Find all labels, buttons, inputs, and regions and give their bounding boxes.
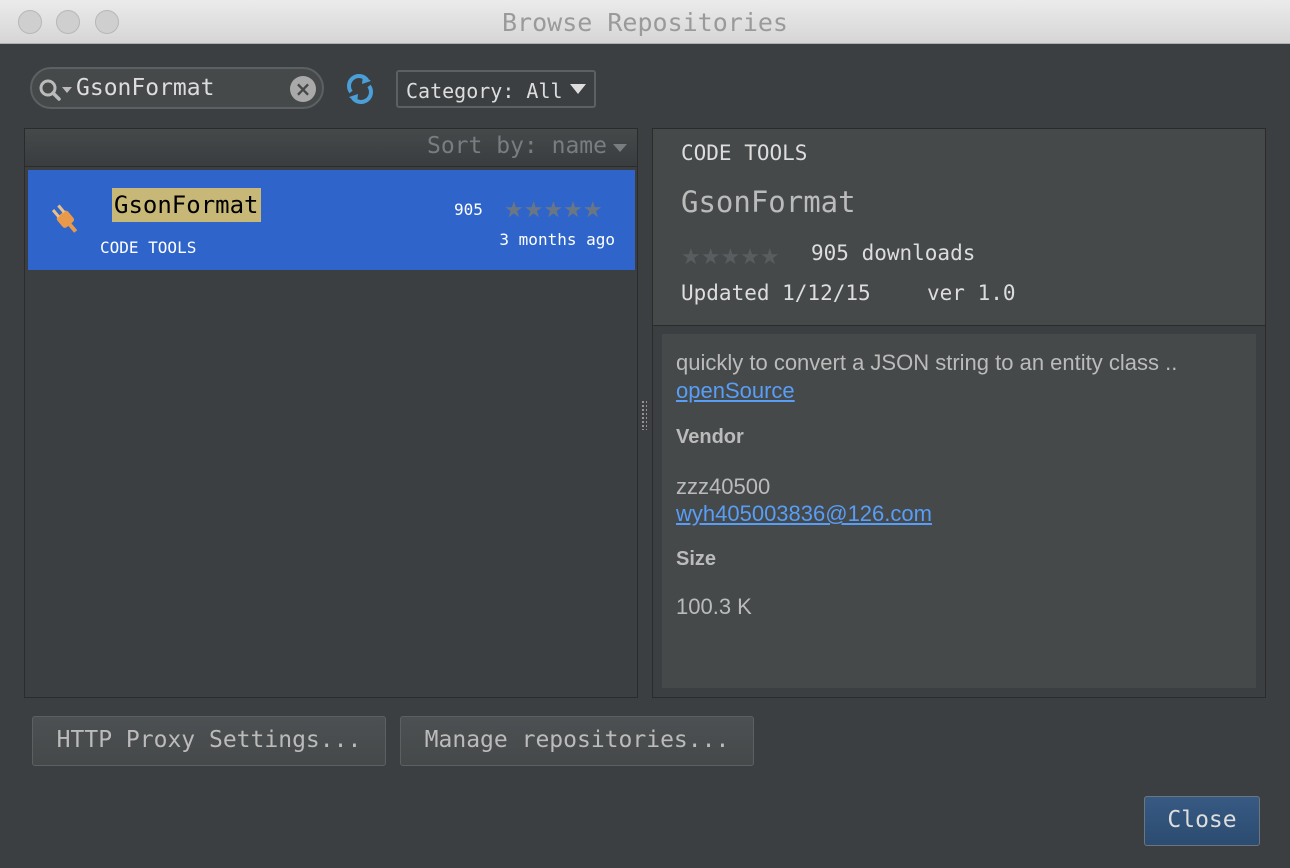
detail-header: CODE TOOLS GsonFormat ★★★★★ 905 download… (653, 129, 1265, 326)
detail-updated: Updated 1/12/15 (681, 281, 871, 305)
search-input[interactable] (76, 73, 276, 103)
detail-downloads: 905 downloads (811, 241, 976, 265)
detail-title: GsonFormat (681, 185, 856, 219)
vendor-email-link[interactable]: wyh405003836@126.com (676, 501, 932, 527)
plugin-name: GsonFormat (112, 188, 261, 222)
plug-icon (51, 204, 78, 233)
rating-stars: ★★★★★ (681, 245, 780, 270)
list-item[interactable]: GsonFormat CODE TOOLS 905 ★★★★★ 3 months… (28, 170, 635, 270)
sort-label[interactable]: Sort by: name (427, 133, 607, 159)
plugin-list-panel: Sort by: name GsonFormat CODE TOOLS 905 … (24, 128, 638, 698)
category-dropdown[interactable]: Category: All (396, 70, 596, 108)
manage-repositories-button[interactable]: Manage repositories... (400, 716, 754, 766)
detail-category: CODE TOOLS (681, 141, 808, 165)
detail-version: ver 1.0 (927, 281, 1016, 305)
plugin-updated: 3 months ago (499, 230, 615, 249)
size-value: 100.3 K (676, 594, 752, 619)
category-label: Category: All (406, 79, 563, 103)
description-box: quickly to convert a JSON string to an e… (662, 334, 1256, 688)
clear-icon[interactable]: × (290, 76, 316, 102)
size-heading: Size (676, 548, 717, 570)
close-button[interactable]: Close (1144, 796, 1260, 846)
chevron-down-icon (613, 144, 627, 152)
description-text: quickly to convert a JSON string to an e… (676, 350, 1178, 375)
splitter-handle[interactable] (641, 400, 647, 430)
vendor-heading: Vendor (676, 426, 744, 448)
opensource-link[interactable]: openSource (676, 378, 795, 404)
plugin-detail-panel: CODE TOOLS GsonFormat ★★★★★ 905 download… (652, 128, 1266, 698)
vendor-name: zzz40500 (676, 474, 771, 499)
sort-header[interactable]: Sort by: name (25, 129, 637, 167)
refresh-icon[interactable] (343, 72, 377, 106)
plugin-category: CODE TOOLS (100, 238, 197, 257)
rating-stars: ★★★★★ (504, 198, 603, 223)
search-box[interactable]: × (30, 67, 324, 109)
title-bar: Browse Repositories (0, 0, 1290, 44)
search-icon[interactable] (38, 77, 78, 103)
chevron-down-icon (570, 84, 586, 94)
plugin-downloads: 905 (454, 200, 483, 219)
window-title: Browse Repositories (502, 8, 788, 37)
http-proxy-settings-button[interactable]: HTTP Proxy Settings... (32, 716, 386, 766)
